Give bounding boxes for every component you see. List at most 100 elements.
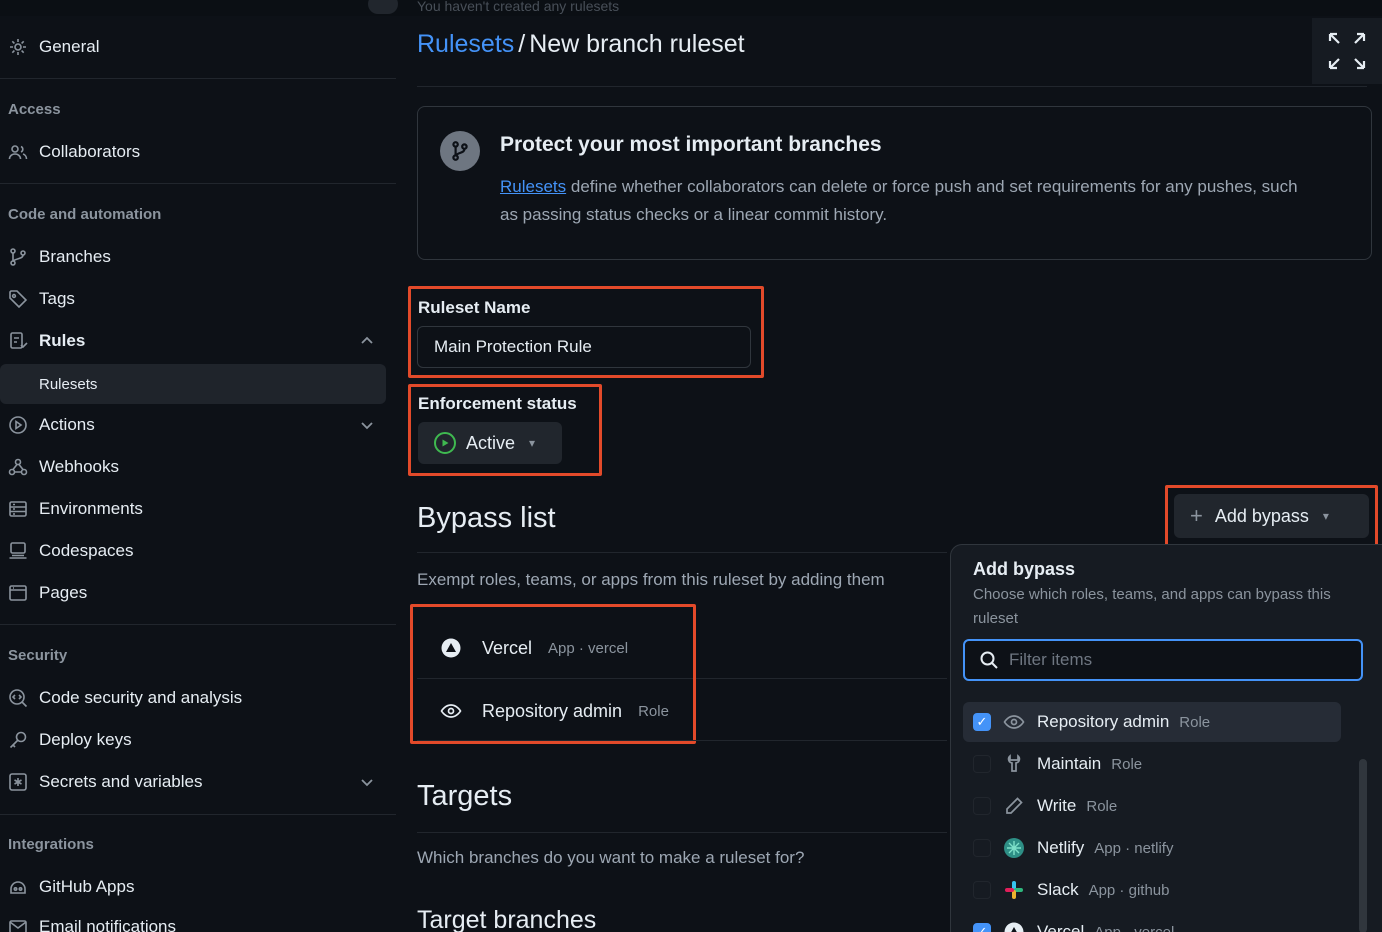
checkbox-checked[interactable]: ✓ (973, 923, 991, 932)
highlight-ruleset-name (408, 286, 764, 378)
divider (0, 624, 396, 625)
bypass-option[interactable]: Netlify App · netlify (963, 828, 1341, 868)
tag-icon (6, 288, 30, 310)
sidebar-item-branches[interactable]: Branches (0, 238, 386, 276)
divider (0, 814, 396, 815)
sidebar-item-rulesets[interactable]: Rulesets (0, 364, 386, 404)
panel-scrollbar[interactable] (1359, 759, 1367, 932)
sidebar-item-actions[interactable]: Actions (0, 406, 386, 444)
sidebar-item-deploy-keys[interactable]: Deploy keys (0, 721, 386, 759)
branch-icon (6, 246, 30, 268)
targets-divider (417, 832, 947, 833)
asterisk-icon (6, 771, 30, 793)
sidebar-item-secrets[interactable]: Secrets and variables (0, 763, 386, 801)
bypass-option[interactable]: Maintain Role (963, 744, 1341, 784)
breadcrumb-rulesets-link[interactable]: Rulesets (417, 30, 514, 58)
protect-branches-callout: Protect your most important branches Rul… (417, 106, 1372, 260)
header-divider (417, 86, 1367, 87)
filter-items-input[interactable]: Filter items (963, 639, 1363, 681)
option-meta: App · vercel (1094, 923, 1175, 932)
bypass-option[interactable]: Write Role (963, 786, 1341, 826)
sidebar-item-collaborators[interactable]: Collaborators (0, 133, 386, 171)
bypass-list-description: Exempt roles, teams, or apps from this r… (417, 570, 885, 589)
sidebar-item-label: Rules (39, 331, 86, 350)
rulesets-docs-link[interactable]: Rulesets (500, 177, 566, 196)
sidebar-item-label: Collaborators (39, 142, 141, 161)
chevron-down-icon (361, 779, 373, 787)
browser-icon (6, 582, 30, 604)
webhook-icon (6, 456, 30, 478)
filter-placeholder: Filter items (1009, 650, 1093, 669)
sidebar-item-github-apps[interactable]: GitHub Apps (0, 868, 386, 906)
target-branches-heading: Target branches (417, 906, 597, 932)
sidebar-item-label: Email notifications (39, 917, 177, 932)
section-code-automation: Code and automation (8, 206, 162, 223)
highlight-enforcement-status (408, 384, 602, 476)
highlight-add-bypass (1165, 485, 1378, 547)
eye-icon (1003, 711, 1025, 733)
sidebar-item-label: Codespaces (39, 541, 134, 560)
sidebar-item-label: Tags (39, 289, 75, 308)
sidebar-item-label: Webhooks (39, 457, 120, 476)
bypass-option[interactable]: Slack App · github (963, 870, 1341, 910)
bypass-option[interactable]: ✓ Repository admin Role (963, 702, 1341, 742)
highlight-bypass-entries (410, 604, 696, 744)
sidebar-item-webhooks[interactable]: Webhooks (0, 448, 386, 486)
sidebar-item-codespaces[interactable]: Codespaces (0, 532, 386, 570)
apps-icon (6, 876, 30, 898)
divider (0, 183, 396, 184)
chevron-up-icon (361, 336, 373, 344)
bypass-list-heading: Bypass list (417, 502, 556, 534)
targets-heading: Targets (417, 780, 513, 812)
mail-icon (6, 916, 30, 932)
checkbox-unchecked[interactable] (973, 797, 991, 815)
option-name: Slack (1037, 880, 1079, 899)
sidebar-item-label: Actions (39, 415, 95, 434)
bypass-heading-divider (417, 552, 947, 553)
section-integrations: Integrations (8, 836, 94, 853)
option-name: Write (1037, 796, 1077, 815)
search-icon (980, 651, 998, 669)
sidebar-item-label: GitHub Apps (39, 877, 135, 896)
server-icon (6, 498, 30, 520)
bypass-option[interactable]: ✓ Vercel App · vercel (963, 912, 1341, 932)
sidebar-item-label: Environments (39, 499, 143, 518)
sidebar-item-pages[interactable]: Pages (0, 574, 386, 612)
sidebar-item-email-notifications[interactable]: Email notifications (0, 908, 386, 932)
rules-icon (6, 330, 30, 352)
expand-icon (1328, 32, 1366, 70)
checkbox-unchecked[interactable] (973, 755, 991, 773)
add-bypass-panel: Add bypass Choose which roles, teams, an… (950, 544, 1382, 932)
panel-description: Choose which roles, teams, and apps can … (973, 586, 1331, 627)
chevron-down-icon (361, 422, 373, 430)
play-icon (6, 414, 30, 436)
pencil-icon (1003, 796, 1025, 816)
empty-rulesets-hint: You haven't created any rulesets (417, 0, 620, 14)
option-name: Repository admin (1037, 712, 1170, 731)
callout-title: Protect your most important branches (500, 133, 882, 156)
sidebar-item-code-security[interactable]: Code security and analysis (0, 679, 386, 717)
panel-title: Add bypass (973, 559, 1076, 579)
codescan-icon (6, 687, 30, 709)
sidebar-item-label: Code security and analysis (39, 688, 243, 707)
sidebar-item-rules[interactable]: Rules (0, 322, 386, 360)
sidebar-item-tags[interactable]: Tags (0, 280, 386, 318)
option-name: Vercel (1037, 922, 1085, 932)
sidebar-item-label: Deploy keys (39, 730, 132, 749)
people-icon (6, 141, 30, 163)
sidebar-item-label: Secrets and variables (39, 772, 203, 791)
gear-icon (6, 36, 30, 58)
callout-body: Rulesets define whether collaborators ca… (500, 173, 1320, 229)
section-access: Access (8, 101, 61, 118)
option-meta: Role (1111, 755, 1143, 773)
option-meta: App · github (1088, 881, 1170, 899)
sidebar-item-environments[interactable]: Environments (0, 490, 386, 528)
sidebar-item-general[interactable]: General (0, 28, 386, 66)
vercel-icon (1003, 922, 1025, 932)
checkbox-unchecked[interactable] (973, 881, 991, 899)
expand-button[interactable] (1312, 18, 1382, 84)
checkbox-unchecked[interactable] (973, 839, 991, 857)
branch-icon (440, 131, 480, 171)
tool-icon (1003, 754, 1025, 774)
checkbox-checked[interactable]: ✓ (973, 713, 991, 731)
